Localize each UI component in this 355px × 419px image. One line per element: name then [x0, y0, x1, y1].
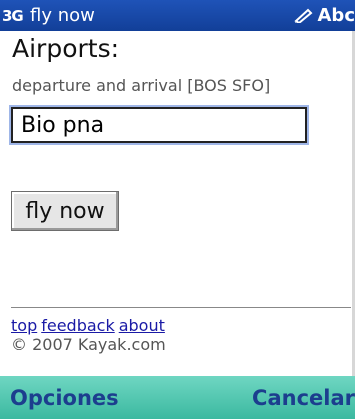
- options-softkey[interactable]: Opciones: [10, 386, 119, 410]
- fly-now-button[interactable]: fly now: [11, 191, 119, 231]
- pen-icon: [293, 8, 312, 23]
- softkey-bar: Opciones Cancelar: [0, 376, 355, 419]
- status-bar: 3G fly now Abc: [0, 0, 355, 31]
- about-link[interactable]: about: [119, 316, 165, 335]
- main-content: Airports: departure and arrival [BOS SFO…: [0, 31, 355, 376]
- field-hint: departure and arrival [BOS SFO]: [12, 76, 271, 95]
- footer-links: top feedback about: [11, 316, 169, 335]
- top-link[interactable]: top: [11, 316, 37, 335]
- feedback-link[interactable]: feedback: [41, 316, 115, 335]
- airports-input[interactable]: [11, 107, 307, 143]
- network-badge: 3G: [2, 7, 24, 25]
- app-title: fly now: [30, 5, 95, 26]
- copyright-text: © 2007 Kayak.com: [11, 335, 166, 354]
- cancel-softkey[interactable]: Cancelar: [252, 386, 355, 410]
- page-heading: Airports:: [12, 34, 120, 63]
- input-mode-label: Abc: [317, 5, 355, 26]
- divider: [11, 307, 351, 308]
- input-mode-indicator: Abc: [293, 5, 355, 26]
